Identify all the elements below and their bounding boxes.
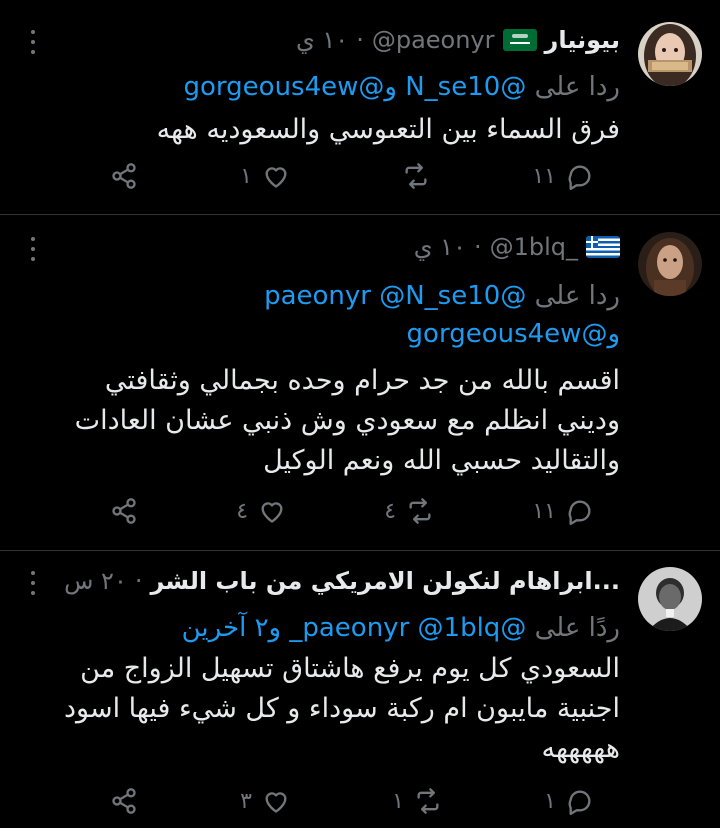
avatar[interactable]	[638, 232, 702, 296]
tweet-text-line: السعودي كل يوم يرفع هاشتاق تسهيل الزواج …	[80, 653, 620, 684]
user-handle[interactable]: @1blq_	[490, 233, 578, 261]
reply-context: ردًا على @paeonyr @1blq_ و٢ آخرين	[182, 609, 620, 647]
tweet-text-line: والتقاليد حسبي الله ونعم الوكيل	[263, 445, 620, 476]
retweet-button[interactable]: ١	[392, 787, 442, 815]
retweet-icon	[405, 163, 427, 189]
user-handle[interactable]: @paeonyr	[372, 26, 495, 54]
reply-icon	[568, 790, 591, 815]
reply-prefix: ردا على	[534, 72, 620, 102]
tweet-text-line: وديني انظلم مع سعودي وش ذنبي عشان العادا…	[74, 405, 620, 436]
retweet-icon	[417, 788, 439, 814]
reply-icon	[568, 500, 591, 525]
share-icon	[112, 498, 136, 524]
saudi-arabia-flag-icon	[502, 29, 537, 51]
more-options-icon[interactable]	[28, 30, 38, 54]
mention-link[interactable]: و@gorgeous4ew	[407, 319, 620, 349]
reply-count: ١١	[532, 498, 556, 524]
separator-dot: ·	[473, 233, 482, 261]
display-name[interactable]: بيونيار	[545, 26, 621, 54]
timestamp[interactable]: ٢٠ س	[64, 567, 127, 595]
mention-link[interactable]: و٢ آخرين	[182, 613, 281, 643]
retweet-button[interactable]: ٤	[384, 497, 434, 525]
avatar[interactable]	[638, 22, 702, 86]
tweet-feed: بيونيار @paeonyr · ١٠ ي ردا على @N_se10 …	[0, 0, 720, 828]
reply-context: ردا على @N_se10 و@gorgeous4ew	[184, 68, 620, 106]
reply-count: ١١	[532, 163, 556, 189]
display-name[interactable]: ابراهام لنكولن الامريكي من باب الشر...	[150, 567, 620, 595]
tweet-3[interactable]: ابراهام لنكولن الامريكي من باب الشر... ·…	[0, 551, 720, 828]
tweet-text: فرق السماء بين التعىوسي والسعوديه ههه	[157, 110, 620, 150]
retweet-icon	[409, 498, 431, 524]
like-button[interactable]: ١	[240, 162, 290, 190]
reply-context: ردا على @paeonyr @N_se10 و@gorgeous4ew	[100, 277, 620, 353]
timestamp[interactable]: ١٠ ي	[296, 26, 348, 54]
share-button[interactable]	[110, 497, 138, 525]
like-button[interactable]: ٤	[236, 497, 286, 525]
share-icon	[112, 163, 136, 189]
tweet-text-line: اجنبية مايبون ام ركبة سوداء و كل شيء فيه…	[64, 693, 620, 724]
mention-link[interactable]: و@gorgeous4ew	[184, 72, 397, 102]
share-button[interactable]	[110, 162, 138, 190]
reply-button[interactable]: ١١	[532, 162, 594, 190]
tweet-text-line: فرق السماء بين التعىوسي والسعوديه ههه	[156, 114, 620, 145]
avatar[interactable]	[638, 567, 702, 631]
like-count: ٤	[236, 498, 249, 524]
reply-button[interactable]: ١	[544, 787, 594, 815]
tweet-1[interactable]: بيونيار @paeonyr · ١٠ ي ردا على @N_se10 …	[0, 0, 720, 214]
mention-link[interactable]: @N_se10	[405, 72, 526, 102]
retweet-count: ١	[392, 788, 404, 814]
reply-icon	[568, 165, 591, 190]
timestamp[interactable]: ١٠ ي	[414, 233, 466, 261]
reply-prefix: ردا على	[534, 281, 620, 311]
heart-icon	[265, 792, 287, 813]
reply-count: ١	[544, 788, 556, 814]
share-icon	[112, 788, 136, 814]
greece-flag-icon	[586, 236, 620, 258]
reply-button[interactable]: ١١	[532, 497, 594, 525]
heart-icon	[265, 167, 287, 188]
action-bar: ٣ ١ ١	[110, 787, 594, 815]
like-count: ١	[240, 163, 252, 189]
action-bar: ٤ ٤ ١١	[110, 497, 594, 525]
tweet-2[interactable]: @1blq_ · ١٠ ي ردا على @paeonyr @N_se10 و…	[0, 215, 720, 550]
mention-link[interactable]: @N_se10	[379, 281, 500, 311]
more-options-icon[interactable]	[28, 237, 38, 261]
reply-prefix: ردًا على	[534, 613, 620, 643]
like-button[interactable]: ٣	[240, 787, 290, 815]
retweet-count: ٤	[384, 498, 397, 524]
more-options-icon[interactable]	[28, 571, 38, 595]
retweet-button[interactable]	[392, 162, 430, 190]
heart-icon	[261, 502, 283, 523]
separator-dot: ·	[356, 26, 364, 54]
tweet-header: ابراهام لنكولن الامريكي من باب الشر... ·…	[64, 567, 620, 595]
tweet-text-line: اقسم بالله من جد حرام وحده بجمالي وثقافت…	[104, 365, 620, 396]
tweet-text: السعودي كل يوم يرفع هاشتاق تسهيل الزواج …	[64, 649, 620, 769]
share-button[interactable]	[110, 787, 138, 815]
tweet-header: @1blq_ · ١٠ ي	[414, 233, 620, 261]
like-count: ٣	[240, 788, 252, 814]
tweet-text-line: هههههه	[541, 733, 621, 764]
separator-dot: ·	[134, 567, 143, 595]
tweet-text: اقسم بالله من جد حرام وحده بجمالي وثقافت…	[75, 361, 620, 481]
action-bar: ١ ١١	[110, 162, 594, 190]
tweet-header: بيونيار @paeonyr · ١٠ ي	[296, 26, 620, 54]
